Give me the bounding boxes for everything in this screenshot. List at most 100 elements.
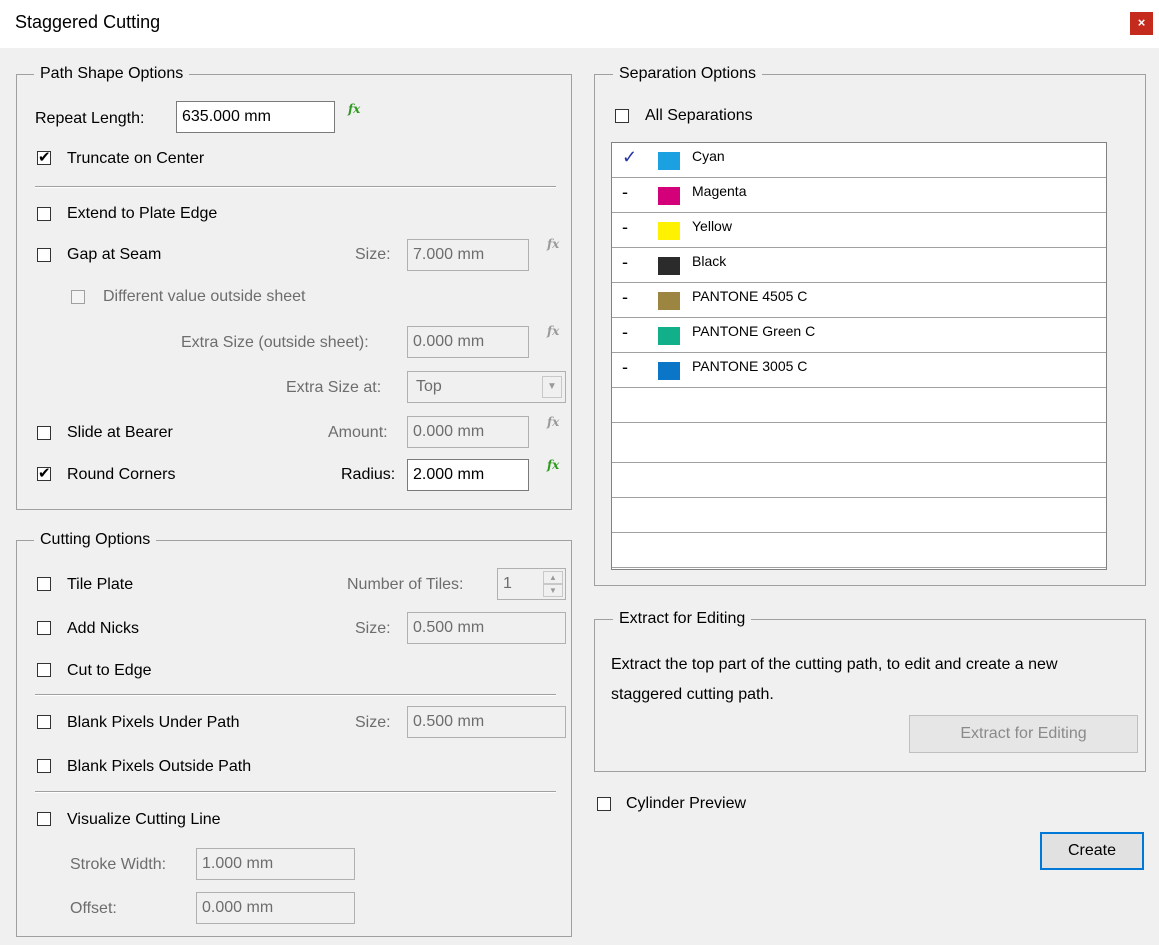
row-check-mark[interactable]: - (622, 322, 644, 343)
cutting-options-legend: Cutting Options (34, 530, 157, 550)
spin-down-icon[interactable]: ▼ (543, 584, 563, 597)
repeat-length-input[interactable]: 635.000 mm (176, 101, 335, 133)
cutting-separator-1 (35, 694, 556, 696)
separation-row[interactable]: - Black (612, 248, 1106, 283)
separation-name: Magenta (692, 183, 747, 199)
radius-input[interactable]: 2.000 mm (407, 459, 529, 491)
extra-size-at-value: Top (416, 378, 442, 395)
cylinder-preview-checkbox[interactable] (597, 797, 611, 811)
visualize-checkbox[interactable] (37, 812, 51, 826)
separations-table: ✓ Cyan - Magenta - Yellow - Black - PANT… (611, 142, 1107, 570)
extend-label: Extend to Plate Edge (67, 205, 218, 222)
row-check-mark[interactable]: ✓ (622, 147, 644, 168)
empty-row[interactable] (612, 533, 1106, 568)
number-of-tiles-stepper[interactable]: 1 ▲ ▼ (497, 568, 566, 600)
repeat-length-fx-icon[interactable]: fx (348, 102, 360, 116)
separation-row[interactable]: - Magenta (612, 178, 1106, 213)
extra-size-input[interactable]: 0.000 mm (407, 326, 529, 358)
separation-name: PANTONE 3005 C (692, 358, 808, 374)
add-nicks-checkbox[interactable] (37, 621, 51, 635)
row-check-mark[interactable]: - (622, 182, 644, 203)
radius-fx-icon[interactable]: fx (547, 458, 559, 472)
row-check-mark[interactable]: - (622, 217, 644, 238)
nicks-size-input[interactable]: 0.500 mm (407, 612, 566, 644)
stroke-width-input[interactable]: 1.000 mm (196, 848, 355, 880)
gap-size-input[interactable]: 7.000 mm (407, 239, 529, 271)
empty-row[interactable] (612, 463, 1106, 498)
all-separations-label: All Separations (645, 107, 753, 124)
color-swatch (658, 292, 680, 310)
cut-to-edge-checkbox[interactable] (37, 663, 51, 677)
different-value-checkbox[interactable] (71, 290, 85, 304)
gap-at-seam-checkbox[interactable] (37, 248, 51, 262)
separation-row[interactable]: - Yellow (612, 213, 1106, 248)
truncate-checkbox[interactable] (37, 148, 51, 166)
blank-under-checkbox[interactable] (37, 715, 51, 729)
visualize-label: Visualize Cutting Line (67, 811, 221, 828)
row-check-mark[interactable]: - (622, 287, 644, 308)
tile-plate-checkbox[interactable] (37, 577, 51, 591)
row-check-mark[interactable]: - (622, 252, 644, 273)
color-swatch (658, 152, 680, 170)
create-button[interactable]: Create (1040, 832, 1144, 870)
extra-size-fx-icon: fx (547, 324, 560, 338)
amount-fx-icon: fx (547, 415, 560, 429)
number-of-tiles-label: Number of Tiles: (347, 576, 464, 593)
offset-label: Offset: (70, 900, 117, 917)
number-of-tiles-value: 1 (503, 575, 512, 592)
extract-for-editing-legend: Extract for Editing (613, 609, 752, 629)
extract-description: Extract the top part of the cutting path… (611, 656, 1058, 703)
stroke-width-label: Stroke Width: (70, 856, 167, 873)
gap-size-fx-icon: fx (547, 237, 560, 251)
color-swatch (658, 362, 680, 380)
separation-row[interactable]: - PANTONE 3005 C (612, 353, 1106, 388)
all-separations-checkbox[interactable] (615, 109, 629, 123)
slide-at-bearer-checkbox[interactable] (37, 426, 51, 440)
round-corners-label: Round Corners (67, 466, 176, 483)
repeat-length-label: Repeat Length: (35, 110, 145, 127)
separation-row[interactable]: - PANTONE Green C (612, 318, 1106, 353)
spin-up-icon[interactable]: ▲ (543, 571, 563, 584)
slide-at-bearer-label: Slide at Bearer (67, 424, 173, 441)
nicks-size-label: Size: (355, 620, 391, 637)
add-nicks-label: Add Nicks (67, 620, 140, 637)
blank-outside-checkbox[interactable] (37, 759, 51, 773)
empty-row[interactable] (612, 428, 1106, 463)
separation-row[interactable]: ✓ Cyan (612, 143, 1106, 178)
path-shape-separator (35, 186, 556, 188)
window-title: Staggered Cutting (15, 12, 161, 32)
extra-size-at-dropdown[interactable]: Top ▼ (407, 371, 566, 403)
amount-input[interactable]: 0.000 mm (407, 416, 529, 448)
color-swatch (658, 257, 680, 275)
separation-name: PANTONE Green C (692, 323, 816, 339)
blank-size-input[interactable]: 0.500 mm (407, 706, 566, 738)
offset-input[interactable]: 0.000 mm (196, 892, 355, 924)
empty-row[interactable] (612, 498, 1106, 533)
blank-outside-label: Blank Pixels Outside Path (67, 758, 252, 775)
color-swatch (658, 222, 680, 240)
color-swatch (658, 327, 680, 345)
empty-row[interactable] (612, 388, 1106, 423)
blank-under-label: Blank Pixels Under Path (67, 714, 240, 731)
separation-name: Yellow (692, 218, 732, 234)
different-value-label: Different value outside sheet (103, 288, 306, 305)
tile-plate-label: Tile Plate (67, 576, 134, 593)
cut-to-edge-label: Cut to Edge (67, 662, 152, 679)
blank-size-label: Size: (355, 714, 391, 731)
gap-at-seam-label: Gap at Seam (67, 246, 162, 263)
cutting-separator-2 (35, 791, 556, 793)
chevron-down-icon: ▼ (542, 376, 562, 398)
round-corners-checkbox[interactable] (37, 464, 51, 482)
separation-name: Black (692, 253, 727, 269)
amount-label: Amount: (328, 424, 388, 441)
radius-label: Radius: (341, 466, 396, 483)
extract-for-editing-button[interactable]: Extract for Editing (909, 715, 1138, 753)
cylinder-preview-label: Cylinder Preview (626, 795, 747, 812)
separation-name: PANTONE 4505 C (692, 288, 808, 304)
separation-row[interactable]: - PANTONE 4505 C (612, 283, 1106, 318)
color-swatch (658, 187, 680, 205)
extend-checkbox[interactable] (37, 207, 51, 221)
row-check-mark[interactable]: - (622, 357, 644, 378)
close-button[interactable]: × (1130, 12, 1153, 35)
extra-size-label: Extra Size (outside sheet): (181, 334, 369, 351)
